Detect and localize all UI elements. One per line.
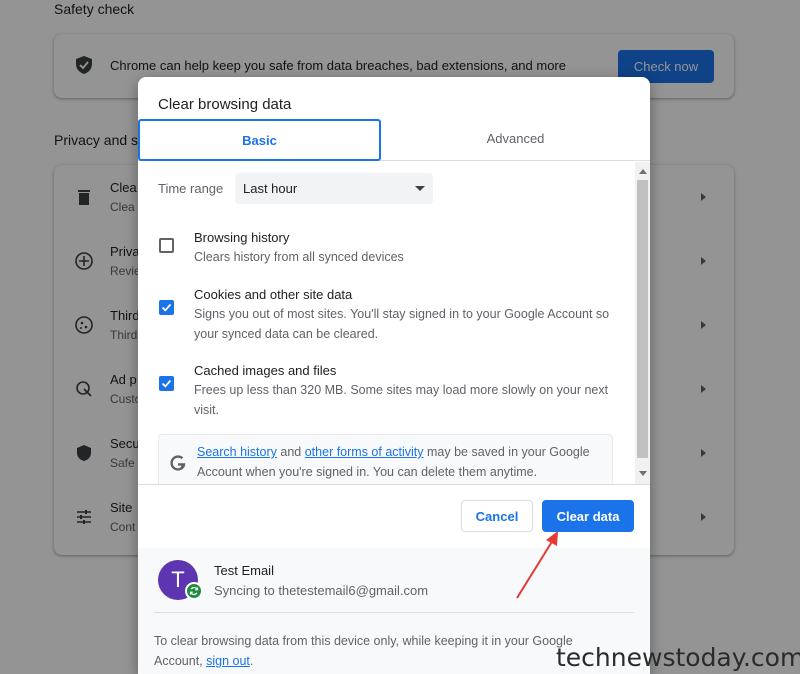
dropdown-arrow-icon [415, 186, 425, 191]
cancel-button[interactable]: Cancel [461, 500, 533, 532]
sign-out-link[interactable]: sign out [206, 654, 250, 668]
tab-advanced[interactable]: Advanced [394, 119, 637, 161]
notice-text-and: and [280, 445, 302, 459]
divider [138, 484, 650, 485]
tab-basic[interactable]: Basic [138, 119, 381, 161]
option-title: Cookies and other site data [194, 287, 353, 302]
footer-text: To clear browsing data from this device … [154, 631, 614, 671]
browsing-history-checkbox[interactable] [159, 238, 174, 253]
google-activity-notice: Search history and other forms of activi… [158, 434, 613, 484]
account-name: Test Email [214, 563, 274, 578]
divider [154, 612, 634, 613]
sync-icon [185, 582, 203, 600]
scroll-up-arrow-icon[interactable] [639, 169, 647, 174]
footer-period: . [249, 654, 254, 668]
checkmark-icon [161, 379, 172, 388]
time-range-label: Time range [158, 181, 224, 196]
watermark: technewstoday.com [556, 643, 800, 672]
cookies-checkbox[interactable] [159, 300, 174, 315]
option-title: Cached images and files [194, 363, 337, 378]
clear-browsing-data-dialog: Clear browsing data Basic Advanced Time … [138, 77, 650, 674]
option-title: Browsing history [194, 230, 290, 245]
dialog-tabs: Basic Advanced [138, 119, 650, 161]
google-g-icon [170, 455, 186, 471]
scrollbar-thumb[interactable] [637, 180, 648, 458]
search-history-link[interactable]: Search history [197, 445, 277, 459]
clear-data-button[interactable]: Clear data [542, 500, 634, 532]
time-range-value: Last hour [243, 181, 298, 196]
time-range-select[interactable]: Last hour [235, 173, 433, 204]
account-sync-status: Syncing to thetestemail6@gmail.com [214, 583, 429, 598]
other-activity-link[interactable]: other forms of activity [305, 445, 424, 459]
scroll-down-arrow-icon[interactable] [639, 471, 647, 476]
option-description: Signs you out of most sites. You'll stay… [194, 307, 610, 341]
checkmark-icon [161, 303, 172, 312]
dialog-title: Clear browsing data [158, 96, 292, 113]
option-description: Clears history from all synced devices [194, 250, 404, 264]
content-scrollbar[interactable] [635, 162, 650, 484]
cached-images-checkbox[interactable] [159, 376, 174, 391]
dialog-content: Time range Last hour Browsing history Cl… [138, 162, 650, 484]
option-description: Frees up less than 320 MB. Some sites ma… [194, 383, 609, 417]
google-notice-text: Search history and other forms of activi… [197, 442, 609, 482]
